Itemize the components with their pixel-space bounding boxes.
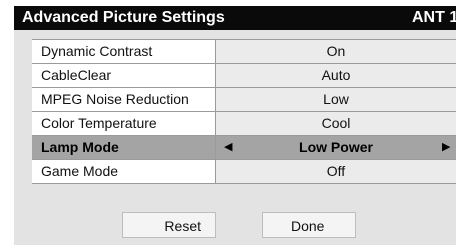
menu-title: Advanced Picture Settings xyxy=(22,9,225,26)
setting-label: Dynamic Contrast xyxy=(32,40,216,63)
setting-label: Game Mode xyxy=(32,160,216,183)
setting-value[interactable]: Off xyxy=(216,160,456,183)
setting-row-dynamic-contrast[interactable]: Dynamic Contrast On xyxy=(32,40,456,64)
setting-row-cableclear[interactable]: CableClear Auto xyxy=(32,64,456,88)
setting-label: Color Temperature xyxy=(32,112,216,135)
triangle-right-icon[interactable]: ▶ xyxy=(442,136,450,159)
done-button[interactable]: Done xyxy=(262,212,356,238)
setting-value-selector[interactable]: ◀ Low Power ▶ xyxy=(216,136,456,159)
setting-label: CableClear xyxy=(32,64,216,87)
settings-list: Dynamic Contrast On CableClear Auto MPEG… xyxy=(32,39,456,184)
menu-title-bar: Advanced Picture Settings ANT 1 xyxy=(14,6,456,30)
setting-value[interactable]: On xyxy=(216,40,456,63)
setting-row-mpeg-noise-reduction[interactable]: MPEG Noise Reduction Low xyxy=(32,88,456,112)
setting-value[interactable]: Auto xyxy=(216,64,456,87)
setting-row-lamp-mode[interactable]: Lamp Mode ◀ Low Power ▶ xyxy=(32,136,456,160)
setting-row-color-temperature[interactable]: Color Temperature Cool xyxy=(32,112,456,136)
advanced-picture-settings-menu: Advanced Picture Settings ANT 1 Dynamic … xyxy=(14,6,456,245)
setting-value[interactable]: Low xyxy=(216,88,456,111)
triangle-left-icon[interactable]: ◀ xyxy=(224,136,232,159)
input-source-label: ANT 1 xyxy=(412,9,456,26)
setting-label: Lamp Mode xyxy=(32,136,216,159)
setting-value: Low Power xyxy=(299,139,373,155)
setting-label: MPEG Noise Reduction xyxy=(32,88,216,111)
setting-value[interactable]: Cool xyxy=(216,112,456,135)
setting-row-game-mode[interactable]: Game Mode Off xyxy=(32,160,456,184)
reset-button[interactable]: Reset xyxy=(122,212,216,238)
